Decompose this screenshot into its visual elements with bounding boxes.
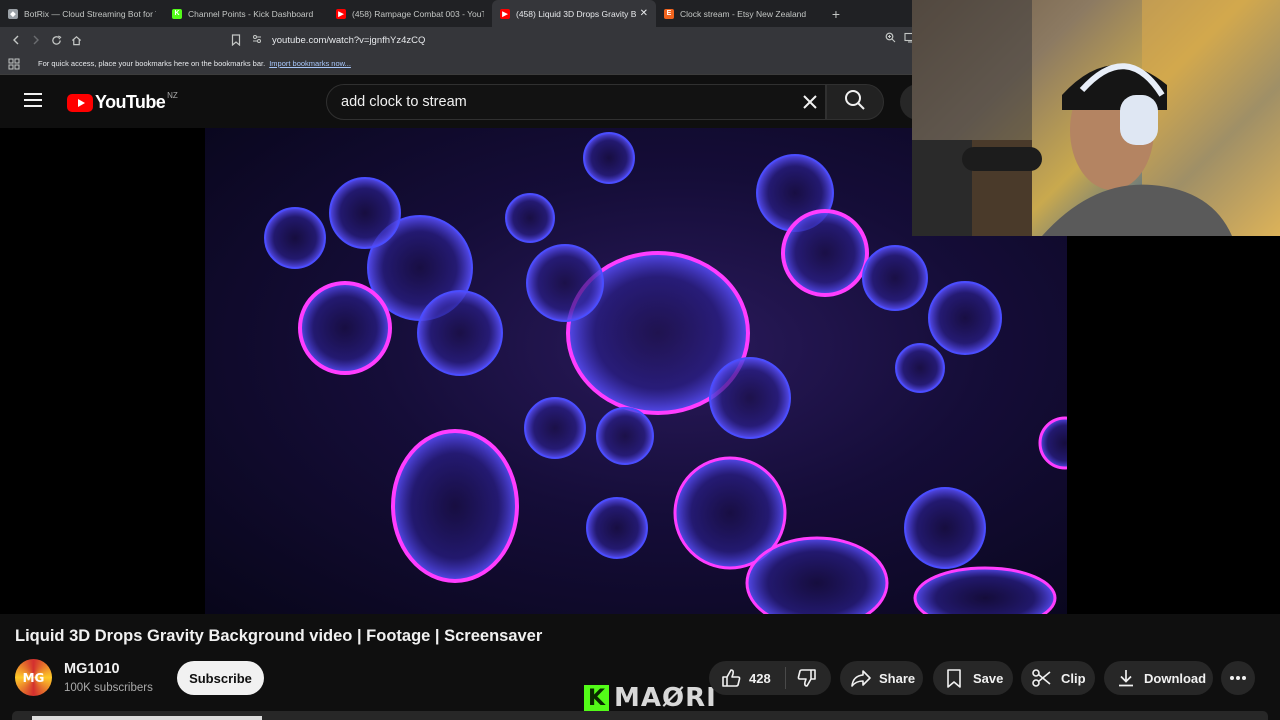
tab-title: Channel Points - Kick Dashboard [188, 8, 314, 19]
back-icon[interactable] [6, 30, 26, 50]
share-button[interactable]: Share [840, 661, 923, 695]
download-label: Download [1144, 670, 1207, 686]
menu-icon[interactable] [24, 93, 42, 109]
save-label: Save [973, 670, 1004, 686]
save-icon [947, 669, 961, 688]
country-code: NZ [167, 91, 178, 100]
browser-tab[interactable]: K Channel Points - Kick Dashboard [164, 0, 328, 27]
browser-tab[interactable]: ▶ (458) Rampage Combat 003 - YouTub [328, 0, 492, 27]
tab-title: (458) Rampage Combat 003 - YouTub [352, 8, 484, 19]
share-icon [851, 670, 871, 687]
tab-favicon-icon: E [664, 8, 674, 19]
bookmarks-hint: For quick access, place your bookmarks h… [38, 59, 266, 68]
dislike-button[interactable] [796, 667, 818, 689]
more-icon [1230, 676, 1246, 680]
close-tab-icon[interactable]: ✕ [640, 8, 648, 19]
youtube-play-icon [67, 93, 93, 112]
tab-favicon-icon: K [172, 8, 182, 19]
more-actions-button[interactable] [1221, 661, 1255, 695]
apps-grid-icon[interactable] [8, 58, 20, 70]
bookmark-star-icon[interactable] [226, 30, 246, 50]
home-icon[interactable] [66, 30, 86, 50]
tab-favicon-icon: ▶ [336, 8, 346, 19]
channel-avatar[interactable]: MG [15, 659, 52, 696]
import-bookmarks-link[interactable]: Import bookmarks now... [269, 59, 351, 68]
tab-favicon-icon: ▶ [500, 8, 510, 19]
reload-icon[interactable] [46, 30, 66, 50]
browser-tab[interactable]: ◆ BotRix — Cloud Streaming Bot for Tw [0, 0, 164, 27]
like-button[interactable]: 428 [709, 667, 771, 689]
kick-channel-name: MAØRI [614, 683, 717, 713]
kick-logo-icon: K [584, 684, 609, 712]
forward-icon[interactable] [26, 30, 46, 50]
clip-button[interactable]: Clip [1021, 661, 1095, 695]
search-query: add clock to stream [341, 94, 467, 110]
zoom-icon[interactable] [885, 32, 896, 46]
youtube-wordmark: YouTube [95, 92, 166, 112]
dislike-icon [797, 669, 816, 687]
download-button[interactable]: Download [1104, 661, 1213, 695]
scissors-icon [1032, 669, 1051, 687]
subscriber-count: 100K subscribers [64, 682, 153, 694]
streamer-webcam [912, 0, 1280, 236]
avatar-text: MG [22, 670, 45, 685]
clip-label: Clip [1061, 670, 1086, 686]
browser-tab[interactable]: E Clock stream - Etsy New Zealand [656, 0, 820, 27]
search-button[interactable] [826, 84, 884, 120]
tab-title: (458) Liquid 3D Drops Gravity Ba [516, 8, 636, 19]
search-input[interactable]: add clock to stream [326, 84, 826, 120]
video-title: Liquid 3D Drops Gravity Background video… [15, 627, 543, 645]
like-icon [722, 669, 741, 687]
channel-name[interactable]: MG1010 [64, 661, 120, 677]
youtube-logo[interactable]: YouTube NZ [67, 91, 178, 113]
like-dislike-group: 428 [709, 661, 831, 695]
download-icon [1119, 670, 1133, 687]
kick-watermark: K MAØRI [584, 683, 717, 713]
tab-favicon-icon: ◆ [8, 8, 18, 19]
webcam-feed [912, 0, 1280, 236]
scroll-thumb[interactable] [32, 716, 262, 720]
url-text: youtube.com/watch?v=jgnfhYz4zCQ [272, 34, 426, 46]
browser-tab[interactable]: ▶ (458) Liquid 3D Drops Gravity Ba ✕ [492, 0, 656, 27]
save-button[interactable]: Save [933, 661, 1013, 695]
site-info-icon[interactable] [252, 31, 262, 49]
browser-tab-strip: ◆ BotRix — Cloud Streaming Bot for Tw K Cha… [0, 0, 912, 27]
share-label: Share [879, 670, 916, 686]
tab-title: BotRix — Cloud Streaming Bot for Tw [24, 8, 156, 19]
bottom-panel-edge [12, 711, 1268, 720]
new-tab-icon[interactable]: + [824, 6, 848, 22]
clear-search-icon[interactable] [799, 91, 821, 113]
bookmarks-bar: For quick access, place your bookmarks h… [0, 53, 912, 75]
youtube-header: YouTube NZ add clock to stream [0, 76, 920, 128]
like-count: 428 [749, 670, 771, 686]
like-divider [784, 667, 786, 689]
browser-toolbar: youtube.com/watch?v=jgnfhYz4zCQ [0, 27, 931, 53]
subscribe-button[interactable]: Subscribe [177, 661, 264, 695]
address-bar[interactable]: youtube.com/watch?v=jgnfhYz4zCQ [252, 30, 936, 50]
search-icon [844, 89, 866, 116]
tab-title: Clock stream - Etsy New Zealand [680, 8, 807, 19]
